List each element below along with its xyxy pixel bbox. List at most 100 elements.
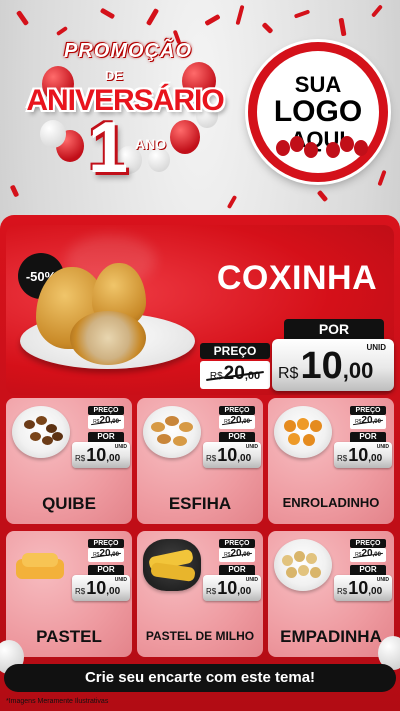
old-price: R$ 20 ,00 bbox=[88, 548, 124, 562]
por-label: POR bbox=[88, 565, 124, 575]
promo-ano: ANO bbox=[135, 136, 167, 152]
featured-product[interactable]: -50% COXINHA POR PREÇO R$ 20 ,00 R$ 10 ,… bbox=[6, 225, 394, 395]
confetti bbox=[370, 4, 384, 18]
confetti bbox=[55, 25, 69, 37]
product-name: EMPADINHA bbox=[280, 627, 382, 646]
por-label: POR bbox=[88, 432, 124, 442]
unit-label: UNID bbox=[376, 444, 389, 450]
confetti bbox=[145, 7, 160, 27]
anniversary-badge: PROMOÇÃO DE ANIVERSÁRIO 1 ANO bbox=[10, 40, 240, 190]
pastel-image bbox=[12, 539, 70, 591]
new-price-cents: ,00 bbox=[368, 453, 383, 464]
old-price: R$ 20 ,00 bbox=[219, 548, 255, 562]
new-price: R$ 10 ,00 UNID bbox=[334, 575, 392, 601]
promo-title: PROMOÇÃO bbox=[64, 40, 192, 62]
preco-label: PREÇO bbox=[200, 343, 270, 359]
new-price-currency: R$ bbox=[75, 454, 86, 463]
unit-label: UNID bbox=[245, 577, 258, 583]
featured-product-name: COXINHA bbox=[216, 259, 378, 297]
new-price-cents: ,00 bbox=[106, 586, 121, 597]
unit-label: UNID bbox=[114, 577, 127, 583]
pastel-de-milho-image bbox=[143, 539, 201, 591]
disclaimer-text: *Imagens Meramente Ilustrativas bbox=[6, 698, 109, 705]
confetti bbox=[338, 17, 347, 37]
confetti bbox=[204, 13, 221, 27]
new-price-cents: ,00 bbox=[237, 453, 252, 464]
por-label: POR bbox=[284, 319, 384, 339]
old-price: R$ 20 ,00 bbox=[200, 361, 270, 389]
new-price-cents: ,00 bbox=[106, 453, 121, 464]
esfiha-image bbox=[143, 406, 201, 458]
logo-text-line1: SUA bbox=[294, 72, 342, 98]
product-card-pastel-de-milho[interactable]: PREÇO R$ 20 ,00 POR R$ 10 ,00 UNID PASTE… bbox=[137, 531, 263, 657]
product-card-enroladinho[interactable]: PREÇO R$ 20 ,00 POR R$ 10 ,00 UNID ENROL… bbox=[268, 398, 394, 524]
confetti bbox=[226, 194, 238, 210]
por-label: POR bbox=[219, 565, 255, 575]
new-price-integer: 10 bbox=[217, 578, 238, 598]
new-price-cents: ,00 bbox=[368, 586, 383, 597]
new-price-integer: 10 bbox=[348, 578, 369, 598]
enroladinho-image bbox=[274, 406, 332, 458]
product-card-quibe[interactable]: PREÇO R$ 20 ,00 POR R$ 10 ,00 UNID QUIBE bbox=[6, 398, 132, 524]
unit-label: UNID bbox=[376, 577, 389, 583]
product-name: ESFIHA bbox=[168, 494, 232, 513]
preco-label: PREÇO bbox=[88, 406, 124, 415]
preco-label: PREÇO bbox=[219, 406, 255, 415]
offers-panel: -50% COXINHA POR PREÇO R$ 20 ,00 R$ 10 ,… bbox=[0, 215, 400, 711]
por-label: POR bbox=[219, 432, 255, 442]
preco-label: PREÇO bbox=[350, 539, 386, 548]
new-price: R$ 10 ,00 UNID bbox=[272, 339, 394, 391]
product-name: QUIBE bbox=[42, 494, 96, 513]
old-price: R$ 20 ,00 bbox=[219, 415, 255, 429]
product-card-esfiha[interactable]: PREÇO R$ 20 ,00 POR R$ 10 ,00 UNID ESFIH… bbox=[137, 398, 263, 524]
flyer: PROMOÇÃO DE ANIVERSÁRIO 1 ANO SUA LOGO A… bbox=[0, 0, 400, 711]
coxinha-cut-image bbox=[70, 311, 146, 365]
confetti bbox=[261, 21, 274, 35]
new-price-currency: R$ bbox=[206, 454, 217, 463]
new-price: R$ 10 ,00 UNID bbox=[72, 575, 130, 601]
new-price-integer: 10 bbox=[348, 445, 369, 465]
new-price: R$ 10 ,00 UNID bbox=[203, 442, 261, 468]
confetti bbox=[99, 7, 116, 20]
logo-balloons bbox=[268, 136, 368, 160]
new-price-cents: ,00 bbox=[237, 586, 252, 597]
confetti bbox=[377, 169, 387, 187]
old-price: R$ 20 ,00 bbox=[350, 415, 386, 429]
promo-number: 1 bbox=[88, 108, 129, 188]
confetti bbox=[293, 9, 311, 19]
new-price-currency: R$ bbox=[278, 365, 299, 382]
preco-label: PREÇO bbox=[219, 539, 255, 548]
product-name: ENROLADINHO bbox=[282, 495, 380, 510]
new-price-integer: 10 bbox=[86, 578, 107, 598]
unit-label: UNID bbox=[114, 444, 127, 450]
product-card-pastel[interactable]: PREÇO R$ 20 ,00 POR R$ 10 ,00 UNID PASTE… bbox=[6, 531, 132, 657]
header-banner: PROMOÇÃO DE ANIVERSÁRIO 1 ANO SUA LOGO A… bbox=[0, 0, 400, 215]
new-price-currency: R$ bbox=[206, 587, 217, 596]
new-price-currency: R$ bbox=[337, 587, 348, 596]
quibe-image bbox=[12, 406, 70, 458]
product-name: PASTEL bbox=[36, 627, 102, 646]
confetti bbox=[235, 4, 245, 26]
old-price: R$ 20 ,00 bbox=[88, 415, 124, 429]
new-price: R$ 10 ,00 UNID bbox=[72, 442, 130, 468]
cta-button[interactable]: Crie seu encarte com este tema! bbox=[4, 664, 396, 692]
product-card-empadinha[interactable]: PREÇO R$ 20 ,00 POR R$ 10 ,00 UNID EMPAD… bbox=[268, 531, 394, 657]
por-label: POR bbox=[350, 432, 386, 442]
product-name: PASTEL DE MILHO bbox=[145, 629, 255, 643]
preco-label: PREÇO bbox=[88, 539, 124, 548]
old-price: R$ 20 ,00 bbox=[350, 548, 386, 562]
new-price-cents: ,00 bbox=[342, 358, 374, 383]
new-price-currency: R$ bbox=[75, 587, 86, 596]
new-price: R$ 10 ,00 UNID bbox=[334, 442, 392, 468]
logo-placeholder[interactable]: SUA LOGO AQUI bbox=[248, 42, 388, 182]
new-price: R$ 10 ,00 UNID bbox=[203, 575, 261, 601]
empadinha-image bbox=[274, 539, 332, 591]
promo-de: DE bbox=[105, 68, 124, 83]
new-price-integer: 10 bbox=[86, 445, 107, 465]
unit-label: UNID bbox=[366, 343, 386, 352]
confetti bbox=[15, 10, 30, 26]
new-price-integer: 10 bbox=[217, 445, 238, 465]
new-price-integer: 10 bbox=[300, 345, 343, 387]
confetti bbox=[316, 189, 329, 203]
logo-text-line2: LOGO bbox=[273, 95, 363, 129]
